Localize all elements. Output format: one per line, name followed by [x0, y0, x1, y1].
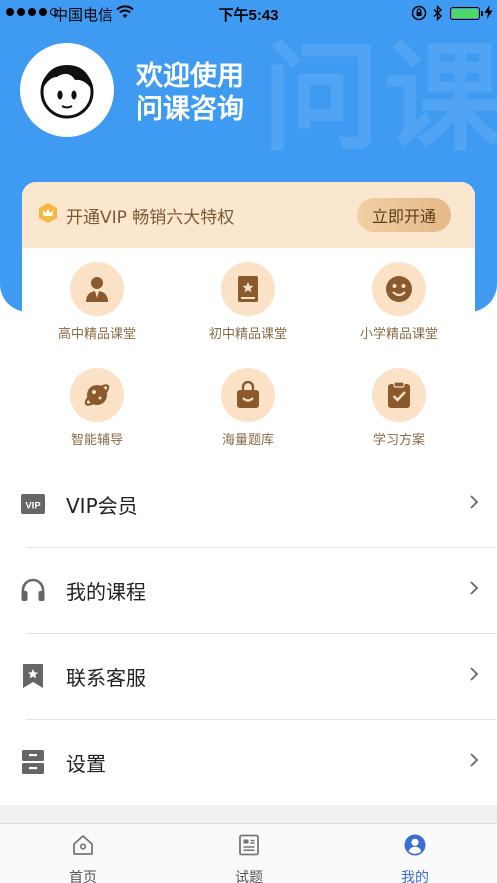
feature-label: 学习方案	[372, 433, 425, 448]
welcome-line-1: 欢迎使用	[136, 61, 244, 92]
chevron-right-icon	[469, 580, 479, 600]
menu-item-settings[interactable]: 设置	[0, 719, 497, 805]
feature-label: 高中精品课堂	[57, 327, 136, 342]
menu-label: 联系客服	[66, 665, 146, 690]
tab-label: 试题	[235, 870, 263, 883]
feature-icon-circle	[372, 262, 426, 316]
feature-icon-circle	[372, 368, 426, 422]
smiley-icon	[386, 276, 412, 302]
open-vip-button[interactable]: 立即开通	[356, 198, 451, 232]
vip-banner[interactable]: 开通VIP 畅销六大特权 立即开通	[22, 182, 475, 248]
tab-label: 首页	[69, 870, 97, 883]
feature-middle-school[interactable]: 初中精品课堂	[173, 262, 323, 342]
section-spacer	[0, 805, 497, 823]
feature-label: 初中精品课堂	[208, 327, 287, 342]
status-bar: 中国电信 下午5:43	[0, 0, 497, 26]
menu-label: 设置	[66, 751, 106, 776]
feature-icon-circle	[70, 262, 124, 316]
feature-icon-circle	[221, 368, 275, 422]
vip-icon: VIP	[20, 491, 46, 517]
crown-badge-icon	[38, 202, 58, 228]
home-icon	[72, 834, 94, 856]
tab-home[interactable]: 首页	[0, 824, 166, 883]
vip-card: 开通VIP 畅销六大特权 立即开通 高中精品课堂 初中精品课堂 小学精品课堂 智…	[22, 182, 475, 472]
cartoon-face-icon	[40, 65, 94, 119]
tab-label: 我的	[401, 870, 429, 883]
feature-primary-school[interactable]: 小学精品课堂	[324, 262, 474, 342]
menu-item-contact-service[interactable]: 联系客服	[0, 633, 497, 719]
menu-label: VIP会员	[66, 493, 138, 518]
feature-icon-circle	[70, 368, 124, 422]
vip-banner-text: 开通VIP 畅销六大特权	[66, 207, 235, 228]
planet-icon	[84, 384, 110, 406]
welcome-line-2: 问课咨询	[136, 94, 244, 125]
teacher-icon	[86, 277, 108, 302]
menu-item-vip[interactable]: VIP VIP会员	[0, 461, 497, 547]
headphones-icon	[20, 577, 46, 603]
clipboard-check-icon	[388, 381, 410, 408]
feature-label: 智能辅导	[70, 433, 123, 448]
menu-label: 我的课程	[66, 579, 146, 604]
header-watermark: 问课	[262, 29, 497, 167]
menu-item-my-courses[interactable]: 我的课程	[0, 547, 497, 633]
feature-study-plan[interactable]: 学习方案	[324, 368, 474, 448]
avatar[interactable]	[20, 43, 114, 137]
chevron-right-icon	[469, 752, 479, 772]
welcome-title: 欢迎使用 问课咨询	[136, 60, 244, 126]
svg-text:VIP: VIP	[25, 501, 41, 512]
bag-icon	[237, 381, 259, 408]
feature-label: 海量题库	[221, 433, 274, 448]
feature-icon-circle	[221, 262, 275, 316]
drawer-icon	[20, 749, 46, 775]
bookmark-star-icon	[20, 663, 46, 689]
bluetooth-icon	[432, 4, 444, 25]
charging-bolt-icon	[484, 5, 493, 23]
tab-questions[interactable]: 试题	[166, 824, 332, 883]
feature-label: 小学精品课堂	[359, 327, 438, 342]
document-icon	[238, 834, 260, 856]
feature-smart-tutoring[interactable]: 智能辅导	[22, 368, 172, 448]
orientation-lock-icon	[411, 5, 427, 25]
chevron-right-icon	[469, 494, 479, 514]
chevron-right-icon	[469, 666, 479, 686]
battery-icon	[450, 7, 483, 20]
book-icon	[238, 276, 258, 302]
feature-question-bank[interactable]: 海量题库	[173, 368, 323, 448]
feature-high-school[interactable]: 高中精品课堂	[22, 262, 172, 342]
tab-mine[interactable]: 我的	[332, 824, 497, 883]
user-circle-icon	[404, 834, 426, 856]
tab-bar: 首页 试题 我的	[0, 823, 497, 883]
